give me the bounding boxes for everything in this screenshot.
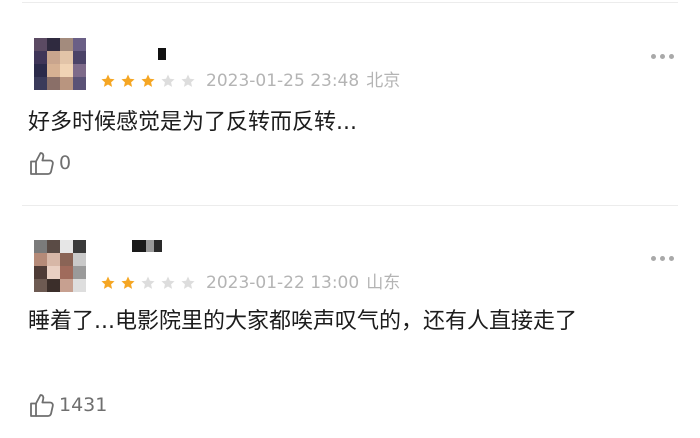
star-icon <box>161 74 175 87</box>
review-content: 睡着了...电影院里的大家都唉声叹气的，还有人直接走了 <box>28 309 577 334</box>
avatar[interactable] <box>34 240 86 292</box>
like-button[interactable]: 0 <box>28 149 71 177</box>
review-feed: 2023-01-25 23:48 北京 好多时候感觉是为了反转而反转... 0 2… <box>0 0 700 438</box>
star-icon <box>141 74 155 87</box>
review-location: 山东 <box>366 273 401 293</box>
like-count: 0 <box>59 152 72 174</box>
star-icon <box>141 276 155 289</box>
review-content: 好多时候感觉是为了反转而反转... <box>28 110 357 135</box>
review-meta: 2023-01-25 23:48 北京 <box>206 71 400 91</box>
review-location: 北京 <box>366 71 401 91</box>
star-icon <box>121 276 135 289</box>
review-date: 2023-01-22 13:00 <box>206 273 360 293</box>
like-button[interactable]: 1431 <box>28 391 107 419</box>
username[interactable] <box>132 240 162 252</box>
more-dots-icon[interactable] <box>651 256 674 261</box>
avatar[interactable] <box>34 38 86 90</box>
star-icon <box>181 74 195 87</box>
username[interactable] <box>158 48 166 60</box>
star-icon <box>161 276 175 289</box>
thumbs-up-icon <box>30 152 54 175</box>
star-icon <box>121 74 135 87</box>
divider <box>22 2 678 3</box>
star-icon <box>101 74 115 87</box>
divider <box>22 205 678 206</box>
review-meta: 2023-01-22 13:00 山东 <box>206 273 400 293</box>
star-rating <box>100 273 200 293</box>
thumbs-up-icon <box>30 394 54 417</box>
like-count: 1431 <box>59 394 108 416</box>
star-icon <box>101 276 115 289</box>
more-dots-icon[interactable] <box>651 54 674 59</box>
star-icon <box>181 276 195 289</box>
review-date: 2023-01-25 23:48 <box>206 71 360 91</box>
star-rating <box>100 71 200 91</box>
